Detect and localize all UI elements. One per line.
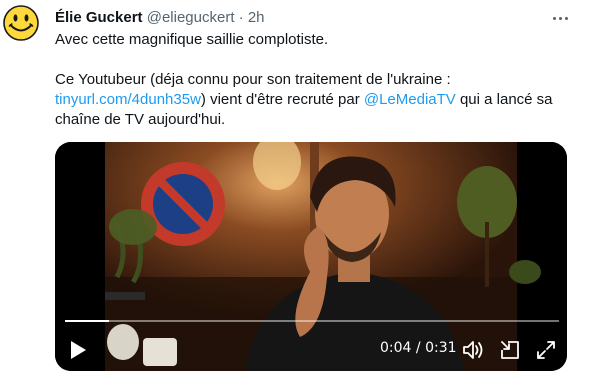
separator-dot: · — [238, 9, 244, 26]
tweet-text-part: Ce Youtubeur (déja connu pour son traite… — [55, 71, 451, 88]
more-dots-icon[interactable] — [549, 9, 571, 27]
tweet-line-1: Avec cette magnifique saillie complotist… — [55, 31, 329, 48]
time-separator: / — [415, 340, 421, 356]
smiley-face-icon — [3, 5, 39, 41]
picture-in-picture-icon[interactable] — [497, 337, 523, 363]
fullscreen-icon[interactable] — [533, 337, 559, 363]
progress-fill — [65, 320, 110, 322]
play-icon[interactable] — [65, 337, 91, 363]
tweet-header: Élie Guckert @elieguckert · 2h — [55, 8, 265, 28]
duration: 0:31 — [425, 340, 457, 356]
video-player[interactable]: 0:04 / 0:31 — [55, 142, 567, 371]
tweet-timestamp[interactable]: 2h — [248, 9, 265, 26]
current-time: 0:04 — [380, 340, 412, 356]
tweet-text-part: ) vient d'être recruté par — [200, 91, 364, 108]
video-controls: 0:04 / 0:31 — [55, 328, 567, 371]
volume-icon[interactable] — [460, 337, 486, 363]
avatar[interactable] — [3, 5, 39, 41]
time-readout: 0:04 / 0:31 — [380, 340, 457, 356]
tweet-paragraph-2: Ce Youtubeur (déja connu pour son traite… — [55, 70, 575, 130]
tinyurl-link[interactable]: tinyurl.com/4dunh35w — [55, 91, 201, 108]
progress-bar[interactable] — [65, 320, 559, 322]
mention-link-lemediatv[interactable]: @LeMediaTV — [364, 91, 456, 108]
previous-tweet-edge — [0, 0, 599, 4]
author-name[interactable]: Élie Guckert — [55, 9, 143, 26]
author-handle[interactable]: @elieguckert — [147, 9, 235, 26]
tweet-text: Avec cette magnifique saillie complotist… — [55, 30, 575, 130]
